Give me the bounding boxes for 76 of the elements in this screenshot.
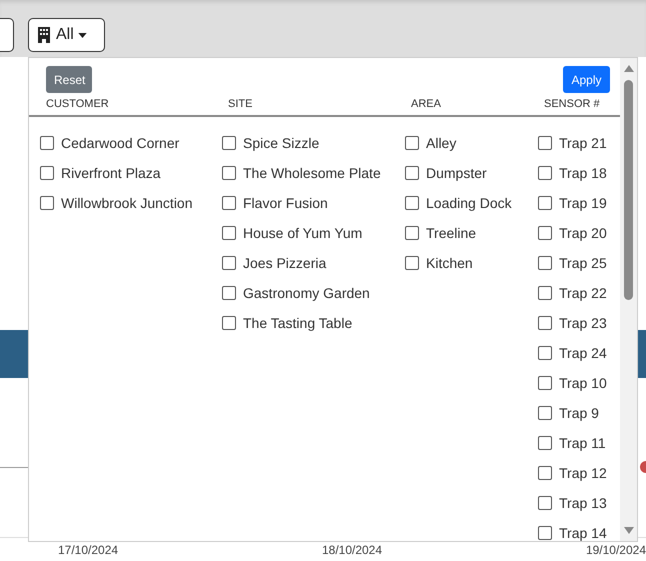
- checkbox[interactable]: [405, 226, 419, 240]
- checkbox-item[interactable]: Kitchen: [405, 248, 538, 278]
- checkbox[interactable]: [538, 256, 552, 270]
- checkbox[interactable]: [405, 166, 419, 180]
- chart-line: [0, 466, 30, 468]
- filter-dropdown-button[interactable]: All: [28, 18, 105, 52]
- column-heading: SENSOR #: [544, 98, 601, 110]
- checkbox[interactable]: [40, 136, 54, 150]
- checkbox-item[interactable]: Trap 14: [538, 518, 620, 541]
- checkbox[interactable]: [538, 346, 552, 360]
- checkbox[interactable]: [538, 196, 552, 210]
- column-heading: CUSTOMER: [46, 98, 110, 110]
- checkbox[interactable]: [222, 196, 236, 210]
- checkbox[interactable]: [40, 196, 54, 210]
- axis-label: 19/10/2024: [586, 544, 646, 557]
- checkbox-item[interactable]: Trap 25: [538, 248, 620, 278]
- axis-label: 17/10/2024: [58, 544, 118, 557]
- checkbox[interactable]: [538, 466, 552, 480]
- checkbox-item[interactable]: Trap 20: [538, 218, 620, 248]
- checkbox[interactable]: [538, 496, 552, 510]
- checkbox[interactable]: [538, 526, 552, 540]
- checkbox-item[interactable]: Gastronomy Garden: [222, 278, 405, 308]
- checkbox-item[interactable]: Treeline: [405, 218, 538, 248]
- checkbox-item[interactable]: Joes Pizzeria: [222, 248, 405, 278]
- checkbox[interactable]: [538, 406, 552, 420]
- checkbox[interactable]: [538, 136, 552, 150]
- checkbox[interactable]: [405, 256, 419, 270]
- checkbox[interactable]: [40, 166, 54, 180]
- apply-button[interactable]: Apply: [563, 66, 610, 93]
- column-heading: AREA: [411, 98, 442, 110]
- checkbox[interactable]: [405, 196, 419, 210]
- checkbox-item[interactable]: Loading Dock: [405, 188, 538, 218]
- checkbox[interactable]: [222, 256, 236, 270]
- checkbox-item[interactable]: Flavor Fusion: [222, 188, 405, 218]
- checkbox[interactable]: [222, 286, 236, 300]
- reset-button[interactable]: Reset: [46, 66, 92, 93]
- checkbox-item[interactable]: Trap 22: [538, 278, 620, 308]
- scroll-down-icon[interactable]: [624, 527, 634, 535]
- checkbox-item[interactable]: Trap 11: [538, 428, 620, 458]
- checkbox-item[interactable]: The Tasting Table: [222, 308, 405, 338]
- checkbox[interactable]: [222, 136, 236, 150]
- checkbox[interactable]: [538, 316, 552, 330]
- checkbox-item[interactable]: Trap 9: [538, 398, 620, 428]
- checkbox[interactable]: [538, 286, 552, 300]
- checkbox-item[interactable]: Spice Sizzle: [222, 128, 405, 158]
- checkbox-item[interactable]: Trap 19: [538, 188, 620, 218]
- checkbox-item[interactable]: House of Yum Yum: [222, 218, 405, 248]
- checkbox-item[interactable]: Trap 24: [538, 338, 620, 368]
- building-icon: [38, 27, 50, 43]
- checkbox-item[interactable]: Trap 18: [538, 158, 620, 188]
- checkbox-item[interactable]: Cedarwood Corner: [40, 128, 222, 158]
- caret-icon: [78, 32, 87, 38]
- checkbox[interactable]: [538, 376, 552, 390]
- scrollbar[interactable]: [620, 58, 637, 541]
- checkbox-item[interactable]: Dumpster: [405, 158, 538, 188]
- checkbox[interactable]: [222, 316, 236, 330]
- scroll-thumb[interactable]: [624, 80, 633, 300]
- checkbox[interactable]: [222, 166, 236, 180]
- column-heading: SITE: [228, 98, 254, 110]
- checkbox-item[interactable]: Trap 13: [538, 488, 620, 518]
- scroll-up-icon[interactable]: [624, 64, 634, 72]
- checkbox-item[interactable]: Trap 10: [538, 368, 620, 398]
- dropdown-button[interactable]: [0, 18, 14, 52]
- checkbox[interactable]: [538, 436, 552, 450]
- checkbox[interactable]: [222, 226, 236, 240]
- checkbox[interactable]: [538, 226, 552, 240]
- checkbox-item[interactable]: Trap 21: [538, 128, 620, 158]
- checkbox-item[interactable]: Trap 12: [538, 458, 620, 488]
- checkbox-item[interactable]: Riverfront Plaza: [40, 158, 222, 188]
- checkbox-item[interactable]: Alley: [405, 128, 538, 158]
- checkbox[interactable]: [405, 136, 419, 150]
- axis-label: 18/10/2024: [322, 544, 382, 557]
- checkbox-item[interactable]: Willowbrook Junction: [40, 188, 222, 218]
- checkbox-item[interactable]: Trap 23: [538, 308, 620, 338]
- checkbox-item[interactable]: The Wholesome Plate: [222, 158, 405, 188]
- checkbox[interactable]: [538, 166, 552, 180]
